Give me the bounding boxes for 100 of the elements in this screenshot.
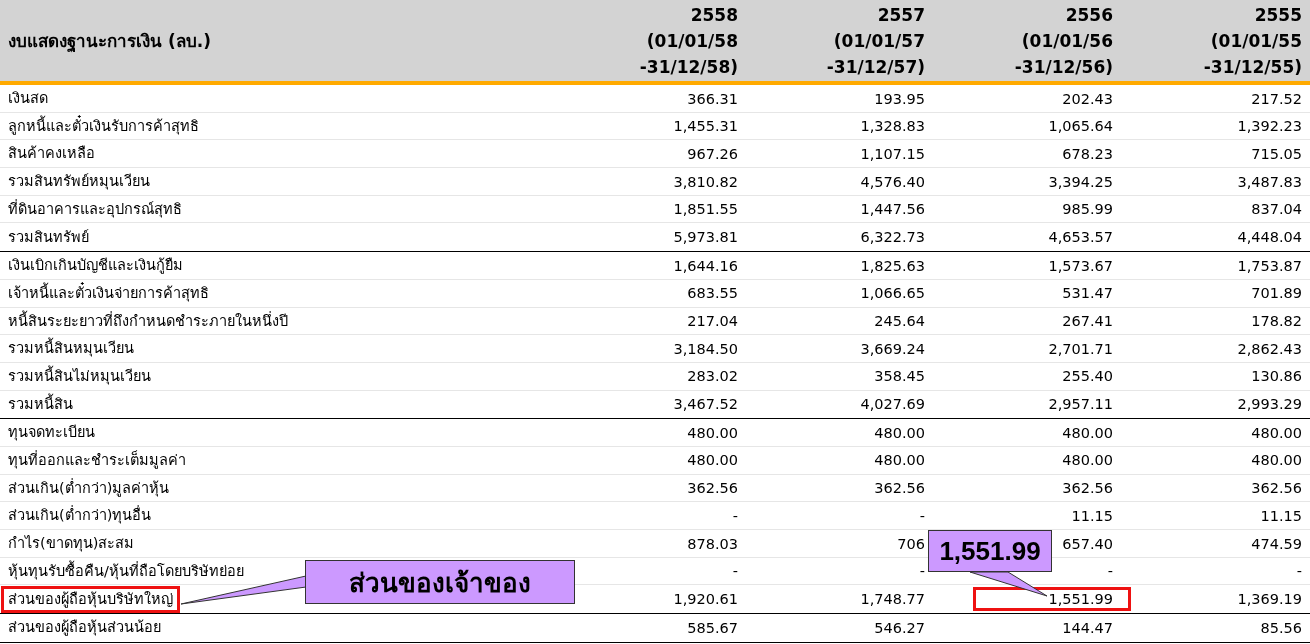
row-label: ส่วนเกิน(ต่ำกว่า)มูลค่าหุ้น [7,477,171,499]
table-cell-text: 2,993.29 [1236,395,1303,415]
table-cell-text: 362.56 [1250,479,1303,499]
column-header: (01/01/56 [1021,29,1113,53]
table-cell-text: 706 [896,534,926,554]
table-cell-text: 2,701.71 [1047,339,1114,359]
table-cell-text: 531.47 [1061,284,1114,304]
table-cell-text: 480.00 [1061,423,1114,443]
table-title: งบแสดงฐานะการเงิน (ลบ.) [8,30,212,54]
table-cell-text: 837.04 [1250,200,1303,220]
table-cell-text: 967.26 [686,144,739,164]
table-cell-text: 1,644.16 [672,256,739,276]
row-label: ทุนที่ออกและชำระเต็มมูลค่า [7,449,187,471]
column-header: 2555 [1254,3,1302,27]
table-cell-text: 480.00 [1061,451,1114,471]
table-cell-text: 1,851.55 [672,200,739,220]
row-label: รวมหนี้สิน [7,392,74,414]
table-cell-text: 1,328.83 [859,117,926,137]
column-header: 2557 [877,3,925,27]
table-cell-text: 546.27 [873,618,926,638]
table-cell-text: 3,394.25 [1047,172,1114,192]
column-header: (01/01/55 [1210,29,1302,53]
row-label: สินค้าคงเหลือ [7,144,96,164]
row-label: หุ้นทุนรับซื้อคืน/หุ้นที่ถือโดยบริษัทย่อย [7,559,245,582]
table-cell-text: 985.99 [1061,200,1114,220]
table-cell-text: 1,066.65 [859,284,926,304]
table-cell-text: 715.05 [1250,144,1303,164]
table-cell-text: 144.47 [1061,618,1114,638]
table-cell-text: - [1106,562,1114,582]
table-cell-text: 1,447.56 [859,200,926,220]
row-label: รวมหนี้สินไม่หมุนเวียน [7,364,152,387]
table-cell-text: 245.64 [873,312,926,331]
row-label: รวมหนี้สินหมุนเวียน [1,335,141,363]
table-cell-text: 1,369.19 [1236,590,1303,610]
table-cell-text: 11.15 [1070,506,1114,526]
table-cell-text: 6,322.73 [859,228,926,248]
table-cell-text: 4,448.04 [1236,228,1303,248]
table-cell-text: 1,825.63 [859,256,926,276]
table-cell-text: 85.56 [1259,618,1303,638]
column-header: -31/12/57) [826,55,925,79]
table-cell-text: 362.56 [1061,479,1114,499]
table-cell-text: - [918,506,926,526]
table-cell-text: 878.03 [686,534,739,554]
table-cell-text: 657.40 [1061,534,1114,554]
table-cell-text: 480.00 [686,451,739,471]
table-cell-text: 474.59 [1250,534,1303,554]
column-header: -31/12/58) [639,55,738,79]
row-label: ส่วนของผู้ถือหุ้นส่วนน้อย [7,618,162,638]
table-cell-text: - [731,562,739,582]
table-cell-text: 3,184.50 [672,339,739,359]
table-cell-text: 2,862.43 [1236,339,1303,359]
row-label: เงินสด [7,89,49,108]
table-cell-text: 267.41 [1061,312,1114,331]
table-cell-text: - [918,562,926,582]
table-cell-text: 1,920.61 [672,590,739,610]
table-cell-text: 3,810.82 [672,172,739,192]
table-cell-text: 362.56 [873,479,926,499]
column-header: -31/12/56) [1014,55,1113,79]
table-cell-text: 202.43 [1061,89,1114,109]
table-cell-text: 678.23 [1061,144,1114,164]
column-header: (01/01/58 [646,29,738,53]
table-cell-text: 585.67 [686,618,739,638]
table-cell-text: 130.86 [1250,367,1303,387]
column-header: 2558 [690,3,738,27]
column-header: -31/12/55) [1203,55,1302,79]
table-cell-text: 3,669.24 [859,339,926,359]
table-cell-text: 4,653.57 [1047,228,1114,248]
table-cell-text: 362.56 [686,479,739,499]
table-cell-text: 5,973.81 [672,228,739,248]
row-label: ทุนจดทะเบียน [7,423,96,443]
table-cell-text: 1,573.67 [1047,256,1114,276]
table-cell-text: 358.45 [873,367,926,387]
table-cell-text: 4,027.69 [859,395,926,415]
table-cell-text: 255.40 [1061,367,1114,387]
table-cell-text: 193.95 [873,89,926,109]
table-cell-text: 366.31 [686,89,739,109]
table-cell-text: 3,487.83 [1236,172,1303,192]
table-cell-text: 217.04 [686,312,739,331]
table-cell-text: 480.00 [873,451,926,471]
table-cell-text: 480.00 [686,423,739,443]
table-cell-text: - [1295,562,1303,582]
table-cell-text: 1,753.87 [1236,256,1303,276]
table-cell-text: 1,107.15 [859,144,926,164]
table-cell-text: 3,467.52 [672,395,739,415]
table-cell-text: 480.00 [1250,451,1303,471]
table-cell-text: 1,065.64 [1047,117,1114,137]
row-label: กำไร(ขาดทุน)สะสม [7,534,136,554]
table-cell-text: 1,392.23 [1236,117,1303,137]
row-label: เงินเบิกเกินบัญชีและเงินกู้ยืม [7,256,184,276]
table-cell-text: 1,455.31 [672,117,739,137]
table-cell-text: 1,748.77 [859,590,926,610]
row-label: ลูกหนี้และตั๋วเงินรับการค้าสุทธิ [7,114,200,137]
table-cell-text: 2,957.11 [1047,395,1114,415]
table-cell-text: 283.02 [686,367,739,387]
table-cell-text: 178.82 [1250,312,1303,331]
table-cell: 1,551.99 [973,587,1131,612]
row-label: รวมสินทรัพย์ [7,227,90,247]
table-cell-text: 701.89 [1250,284,1303,304]
table-cell-text: 11.15 [1259,506,1303,526]
row-label: หนี้สินระยะยาวที่ถึงกำหนดชำระภายในหนึ่งปี [7,309,289,331]
